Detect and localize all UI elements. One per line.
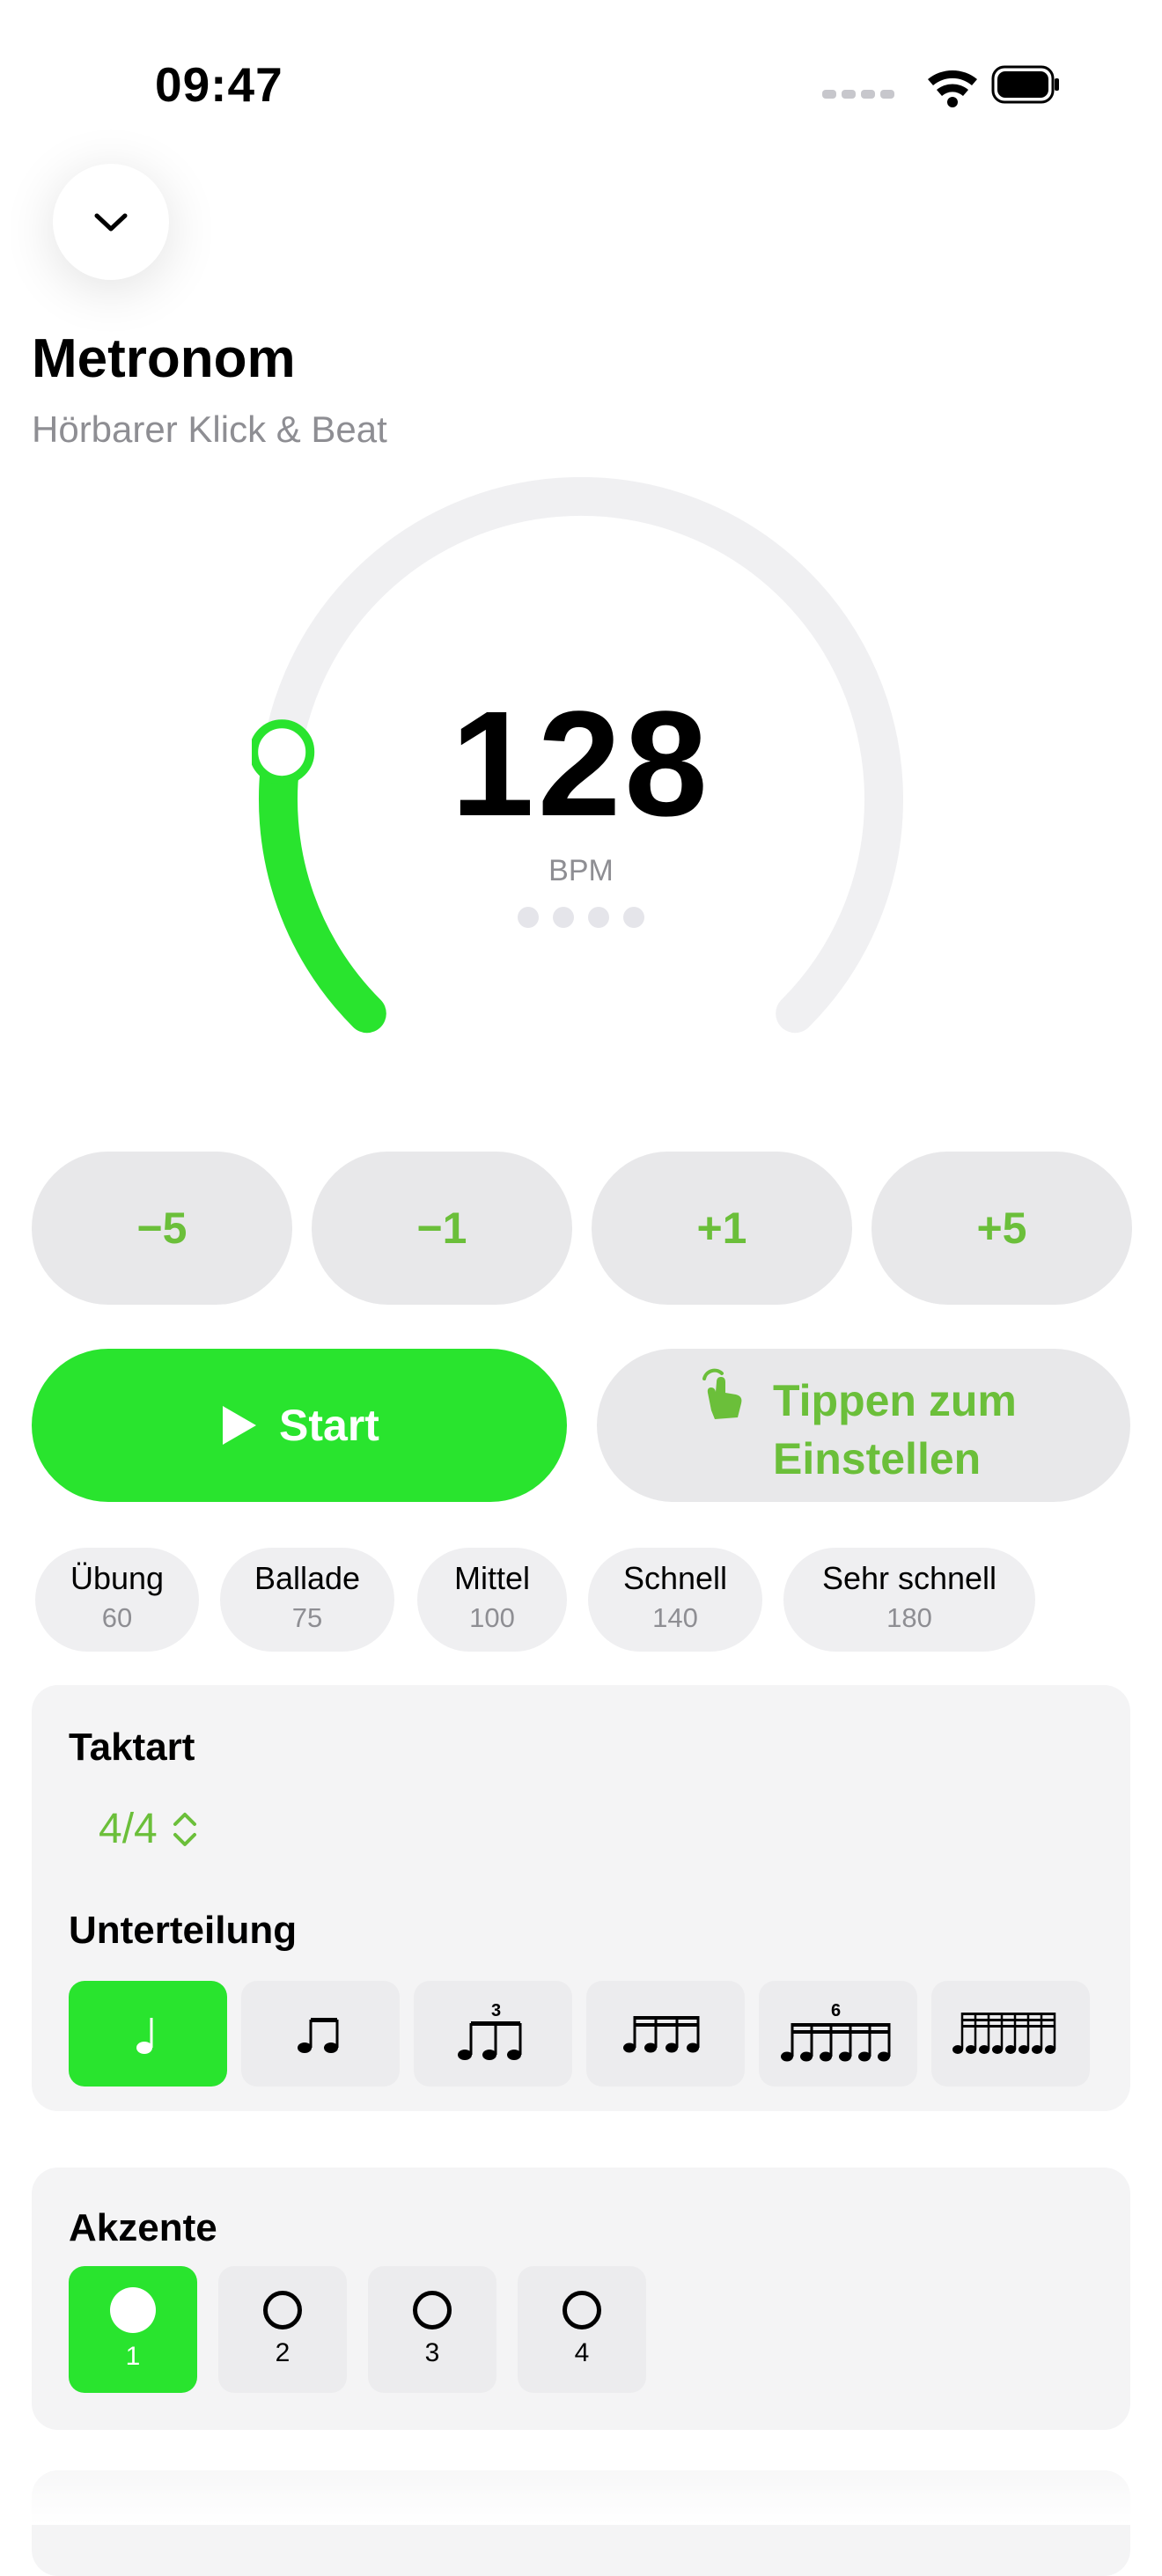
- minus-5-button[interactable]: −5: [32, 1152, 292, 1305]
- bottom-fade: [0, 2447, 1162, 2525]
- status-time: 09:47: [155, 57, 283, 112]
- preset-bpm: 75: [291, 1602, 323, 1633]
- dial-knob: [252, 719, 315, 785]
- bpm-value: 128: [451, 681, 711, 848]
- beat-indicator: [518, 907, 644, 928]
- accent-beat-2[interactable]: 2: [218, 2266, 347, 2393]
- preset-name: Schnell: [622, 1560, 728, 1596]
- collapse-button[interactable]: [53, 164, 169, 280]
- preset-schnell[interactable]: Schnell 140: [588, 1548, 762, 1652]
- preset-name: Übung: [70, 1560, 165, 1596]
- tuplet-number: 6: [831, 2001, 841, 2020]
- beat-dot: [518, 907, 539, 928]
- signal-icon: [822, 90, 894, 99]
- minus-1-button[interactable]: −1: [312, 1152, 572, 1305]
- accent-beat-number: 1: [125, 2342, 141, 2371]
- wifi-icon: [928, 70, 977, 107]
- accent-beat-number: 3: [424, 2338, 440, 2367]
- accent-empty-icon: [563, 2291, 601, 2329]
- preset-name: Ballade: [254, 1560, 361, 1596]
- preset-uebung[interactable]: Übung 60: [35, 1548, 199, 1652]
- start-button[interactable]: Start: [32, 1349, 567, 1502]
- preset-bpm: 140: [652, 1602, 698, 1633]
- preset-name: Sehr schnell: [821, 1560, 997, 1596]
- beat-dot: [588, 907, 609, 928]
- sixteenth-notes-icon: [623, 2016, 700, 2053]
- tap-hand-icon: [702, 1368, 742, 1419]
- subdivision-eighth[interactable]: [241, 1981, 400, 2087]
- sextuplets-icon: 6: [781, 2001, 891, 2062]
- preset-bpm: 100: [469, 1602, 515, 1633]
- chevron-updown-icon: [173, 1812, 196, 1846]
- tuplet-number: 3: [491, 2001, 501, 2020]
- accent-beat-1[interactable]: 1: [69, 2266, 197, 2393]
- start-button-label: Start: [279, 1401, 379, 1450]
- subdivision-sextuplets[interactable]: 6: [759, 1981, 917, 2087]
- tap-tempo-button[interactable]: Tippen zum Einstellen: [597, 1349, 1130, 1502]
- accents-label: Akzente: [69, 2206, 217, 2249]
- play-icon: [223, 1406, 257, 1445]
- accent-beat-number: 2: [275, 2338, 290, 2367]
- accent-beat-3[interactable]: 3: [368, 2266, 496, 2393]
- plus-5-button[interactable]: +5: [872, 1152, 1132, 1305]
- beat-dot: [553, 907, 574, 928]
- page-title: Metronom: [32, 328, 296, 389]
- tap-label-line1: Tippen zum: [773, 1376, 1017, 1425]
- subdivision-triplets[interactable]: 3: [414, 1981, 572, 2087]
- preset-mittel[interactable]: Mittel 100: [417, 1548, 567, 1652]
- accent-beat-number: 4: [574, 2338, 590, 2367]
- subdivision-thirty-second[interactable]: [931, 1981, 1090, 2087]
- time-signature-picker[interactable]: 4/4: [99, 1805, 200, 1853]
- battery-icon: [991, 65, 1059, 104]
- bpm-unit-label: BPM: [548, 854, 614, 887]
- preset-bpm: 180: [886, 1602, 932, 1633]
- plus-1-button[interactable]: +1: [592, 1152, 852, 1305]
- preset-name: Mittel: [453, 1560, 530, 1596]
- accent-beat-4[interactable]: 4: [518, 2266, 646, 2393]
- beat-dot: [623, 907, 644, 928]
- page-subtitle: Hörbarer Klick & Beat: [32, 408, 387, 450]
- accent-filled-icon: [110, 2287, 156, 2333]
- subdivision-quarter[interactable]: [69, 1981, 227, 2087]
- time-signature-label: Taktart: [69, 1726, 195, 1769]
- quarter-note-icon: [136, 2018, 153, 2054]
- accent-empty-icon: [413, 2291, 452, 2329]
- thirty-second-notes-icon: [952, 2013, 1056, 2054]
- accent-empty-icon: [263, 2291, 302, 2329]
- time-signature-value: 4/4: [99, 1806, 158, 1852]
- chevron-down-icon: [94, 213, 128, 232]
- status-icons: [822, 65, 1059, 107]
- preset-ballade[interactable]: Ballade 75: [220, 1548, 394, 1652]
- eighth-notes-icon: [298, 2018, 339, 2053]
- preset-bpm: 60: [101, 1602, 133, 1633]
- tap-label-line2: Einstellen: [773, 1434, 982, 1483]
- preset-sehr-schnell[interactable]: Sehr schnell 180: [783, 1548, 1035, 1652]
- subdivision-label: Unterteilung: [69, 1909, 298, 1952]
- subdivision-sixteenth[interactable]: [586, 1981, 745, 2087]
- triplets-icon: 3: [458, 2001, 522, 2060]
